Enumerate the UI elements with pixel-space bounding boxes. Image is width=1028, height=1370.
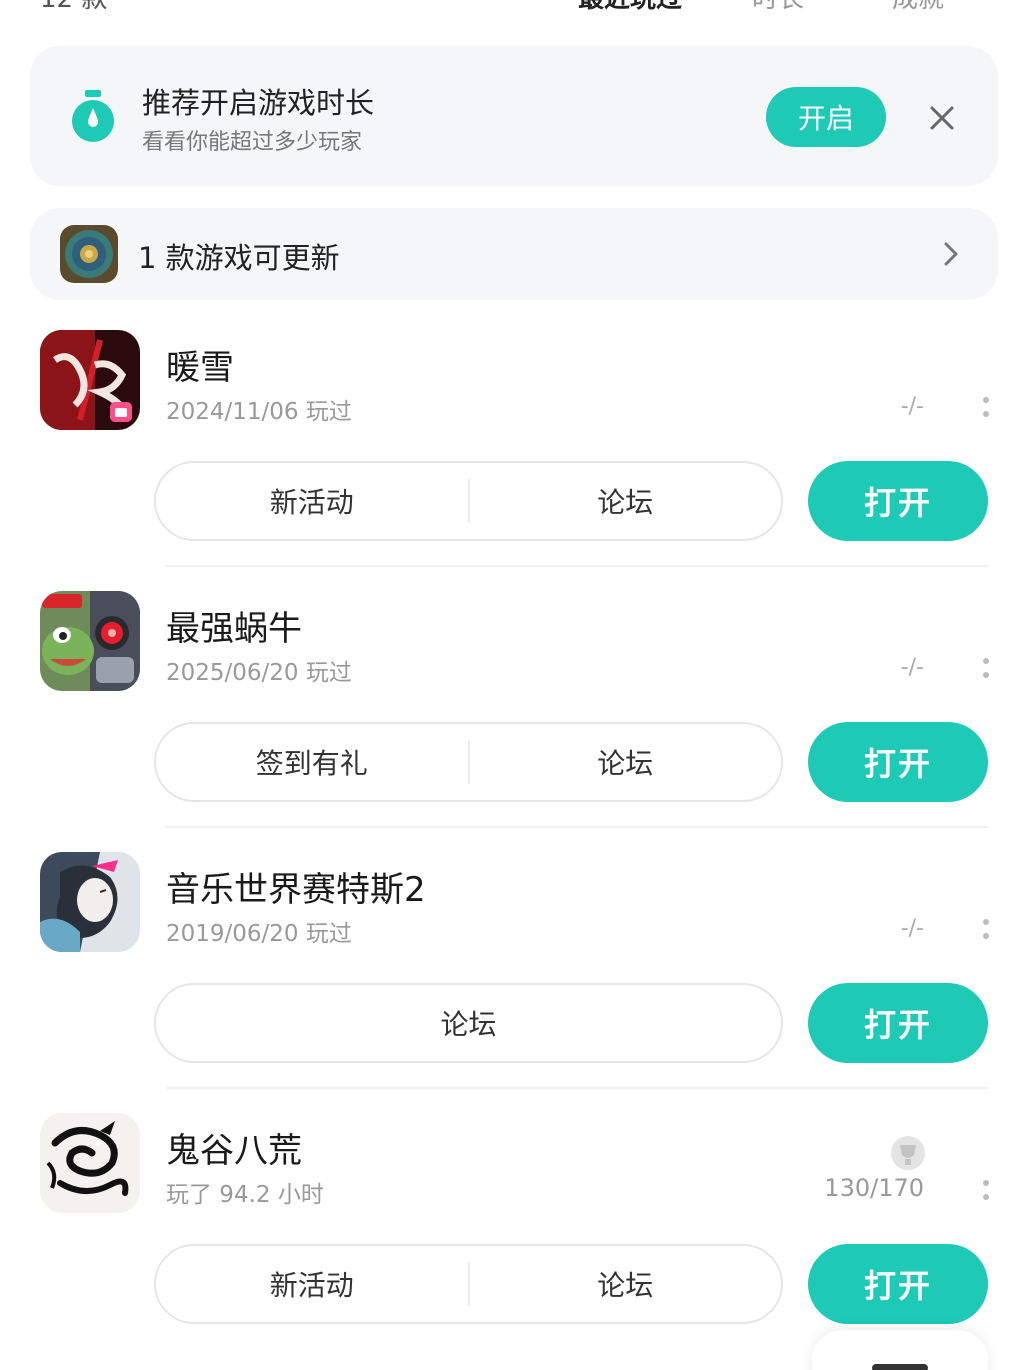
more-icon[interactable] [976, 914, 996, 944]
new-activity-button[interactable]: 新活动 [156, 1246, 468, 1322]
update-available-bar[interactable]: 1 款游戏可更新 [30, 208, 998, 300]
update-game-icon [60, 225, 118, 283]
chevron-right-icon [944, 242, 958, 266]
update-text: 1 款游戏可更新 [138, 241, 340, 275]
open-game-button[interactable]: 打开 [808, 722, 988, 802]
open-game-button[interactable]: 打开 [808, 1244, 988, 1324]
more-icon[interactable] [976, 392, 996, 422]
game-action-group: 论坛 [154, 983, 783, 1063]
game-action-group: 新活动 论坛 [154, 1244, 783, 1324]
achievement-progress: -/- [900, 394, 924, 419]
game-name: 音乐世界赛特斯2 [166, 870, 426, 910]
close-icon[interactable] [922, 98, 962, 138]
row-divider [166, 826, 988, 828]
game-name: 暖雪 [166, 348, 234, 388]
forum-button[interactable]: 论坛 [470, 463, 782, 539]
game-last-played: 2025/06/20 玩过 [166, 660, 352, 686]
floating-widget-handle [872, 1364, 928, 1370]
sort-bar: 12 款 最近玩过 时长 成就 [0, 0, 1028, 22]
row-divider [166, 565, 988, 567]
more-icon[interactable] [976, 1175, 996, 1205]
game-icon-cytus2[interactable] [40, 852, 140, 952]
game-action-group: 新活动 论坛 [154, 461, 783, 541]
floating-widget[interactable] [812, 1330, 988, 1370]
game-row: 音乐世界赛特斯2 2019/06/20 玩过 -/- 论坛 打开 [0, 852, 1028, 1113]
achievement-progress: -/- [900, 916, 924, 941]
recommend-title: 推荐开启游戏时长 [142, 86, 375, 120]
achievement-progress: -/- [900, 655, 924, 680]
game-name: 最强蜗牛 [166, 609, 302, 649]
achievement-progress: 130/170 [824, 1174, 924, 1202]
enable-playtime-button[interactable]: 开启 [766, 87, 886, 147]
open-game-button[interactable]: 打开 [808, 461, 988, 541]
game-row: 暖雪 2024/11/06 玩过 -/- 新活动 论坛 打开 [0, 330, 1028, 591]
game-last-played: 2024/11/06 玩过 [166, 399, 352, 425]
recommend-subtitle: 看看你能超过多少玩家 [142, 130, 363, 155]
game-icon-zuiqiangwoniu[interactable] [40, 591, 140, 691]
new-activity-button[interactable]: 新活动 [156, 463, 468, 539]
sort-achievement-tab[interactable]: 成就 [892, 0, 944, 15]
achievement-trophy-icon [891, 1136, 925, 1170]
game-row: 最强蜗牛 2025/06/20 玩过 -/- 签到有礼 论坛 打开 [0, 591, 1028, 852]
game-icon-guiguebahuang[interactable] [40, 1113, 140, 1213]
open-game-button[interactable]: 打开 [808, 983, 988, 1063]
game-icon-nuanxue[interactable] [40, 330, 140, 430]
forum-button[interactable]: 论坛 [156, 985, 781, 1061]
game-name: 鬼谷八荒 [166, 1131, 302, 1171]
more-icon[interactable] [976, 653, 996, 683]
game-count: 12 款 [40, 0, 107, 15]
sort-duration-tab[interactable]: 时长 [752, 0, 804, 15]
row-divider [166, 1087, 988, 1089]
forum-button[interactable]: 论坛 [470, 724, 782, 800]
sort-recent-tab[interactable]: 最近玩过 [578, 0, 682, 15]
recommend-playtime-card: 推荐开启游戏时长 看看你能超过多少玩家 开启 [30, 46, 998, 186]
check-in-gift-button[interactable]: 签到有礼 [156, 724, 468, 800]
game-last-played: 2019/06/20 玩过 [166, 921, 352, 947]
game-playtime: 玩了 94.2 小时 [166, 1182, 324, 1208]
stopwatch-icon [72, 90, 114, 142]
game-action-group: 签到有礼 论坛 [154, 722, 783, 802]
forum-button[interactable]: 论坛 [470, 1246, 782, 1322]
